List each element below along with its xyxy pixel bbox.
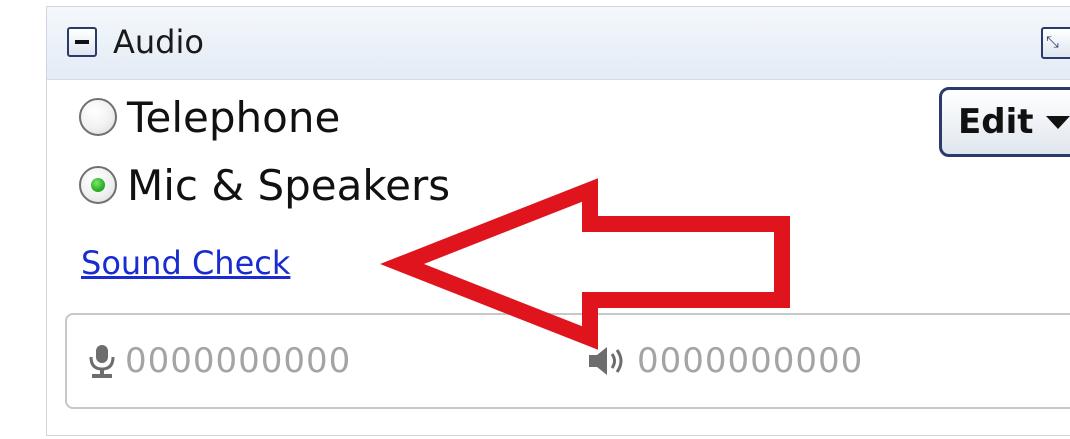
speaker-level-digits: 0000000000 [637, 341, 864, 381]
microphone-icon [89, 345, 115, 378]
edit-label: Edit [958, 102, 1034, 142]
edit-dropdown-button[interactable]: Edit [939, 87, 1070, 157]
mic-level-digits: 0000000000 [125, 341, 352, 381]
telephone-label: Telephone [127, 93, 341, 142]
sound-check-link[interactable]: Sound Check [81, 243, 290, 283]
speaker-icon [589, 347, 623, 375]
mic-speakers-label: Mic & Speakers [127, 161, 451, 210]
audio-levels-box: 0000000000 0000000000 [65, 313, 1070, 409]
popout-icon: ⤡ [1046, 32, 1059, 51]
telephone-radio[interactable] [79, 98, 117, 136]
popout-button[interactable]: ⤡ [1041, 27, 1070, 59]
screenshot-stage: Audio ⤡ Telephone Mic & Speakers Edit So… [0, 0, 1070, 439]
audio-panel: Audio ⤡ Telephone Mic & Speakers Edit So… [46, 6, 1070, 436]
collapse-button[interactable] [67, 27, 97, 57]
mic-speakers-radio[interactable] [79, 166, 117, 204]
minus-icon [75, 40, 89, 44]
panel-title: Audio [113, 23, 204, 61]
selected-dot-icon [91, 178, 105, 192]
chevron-down-icon [1046, 116, 1070, 129]
audio-panel-header: Audio ⤡ [47, 7, 1070, 80]
